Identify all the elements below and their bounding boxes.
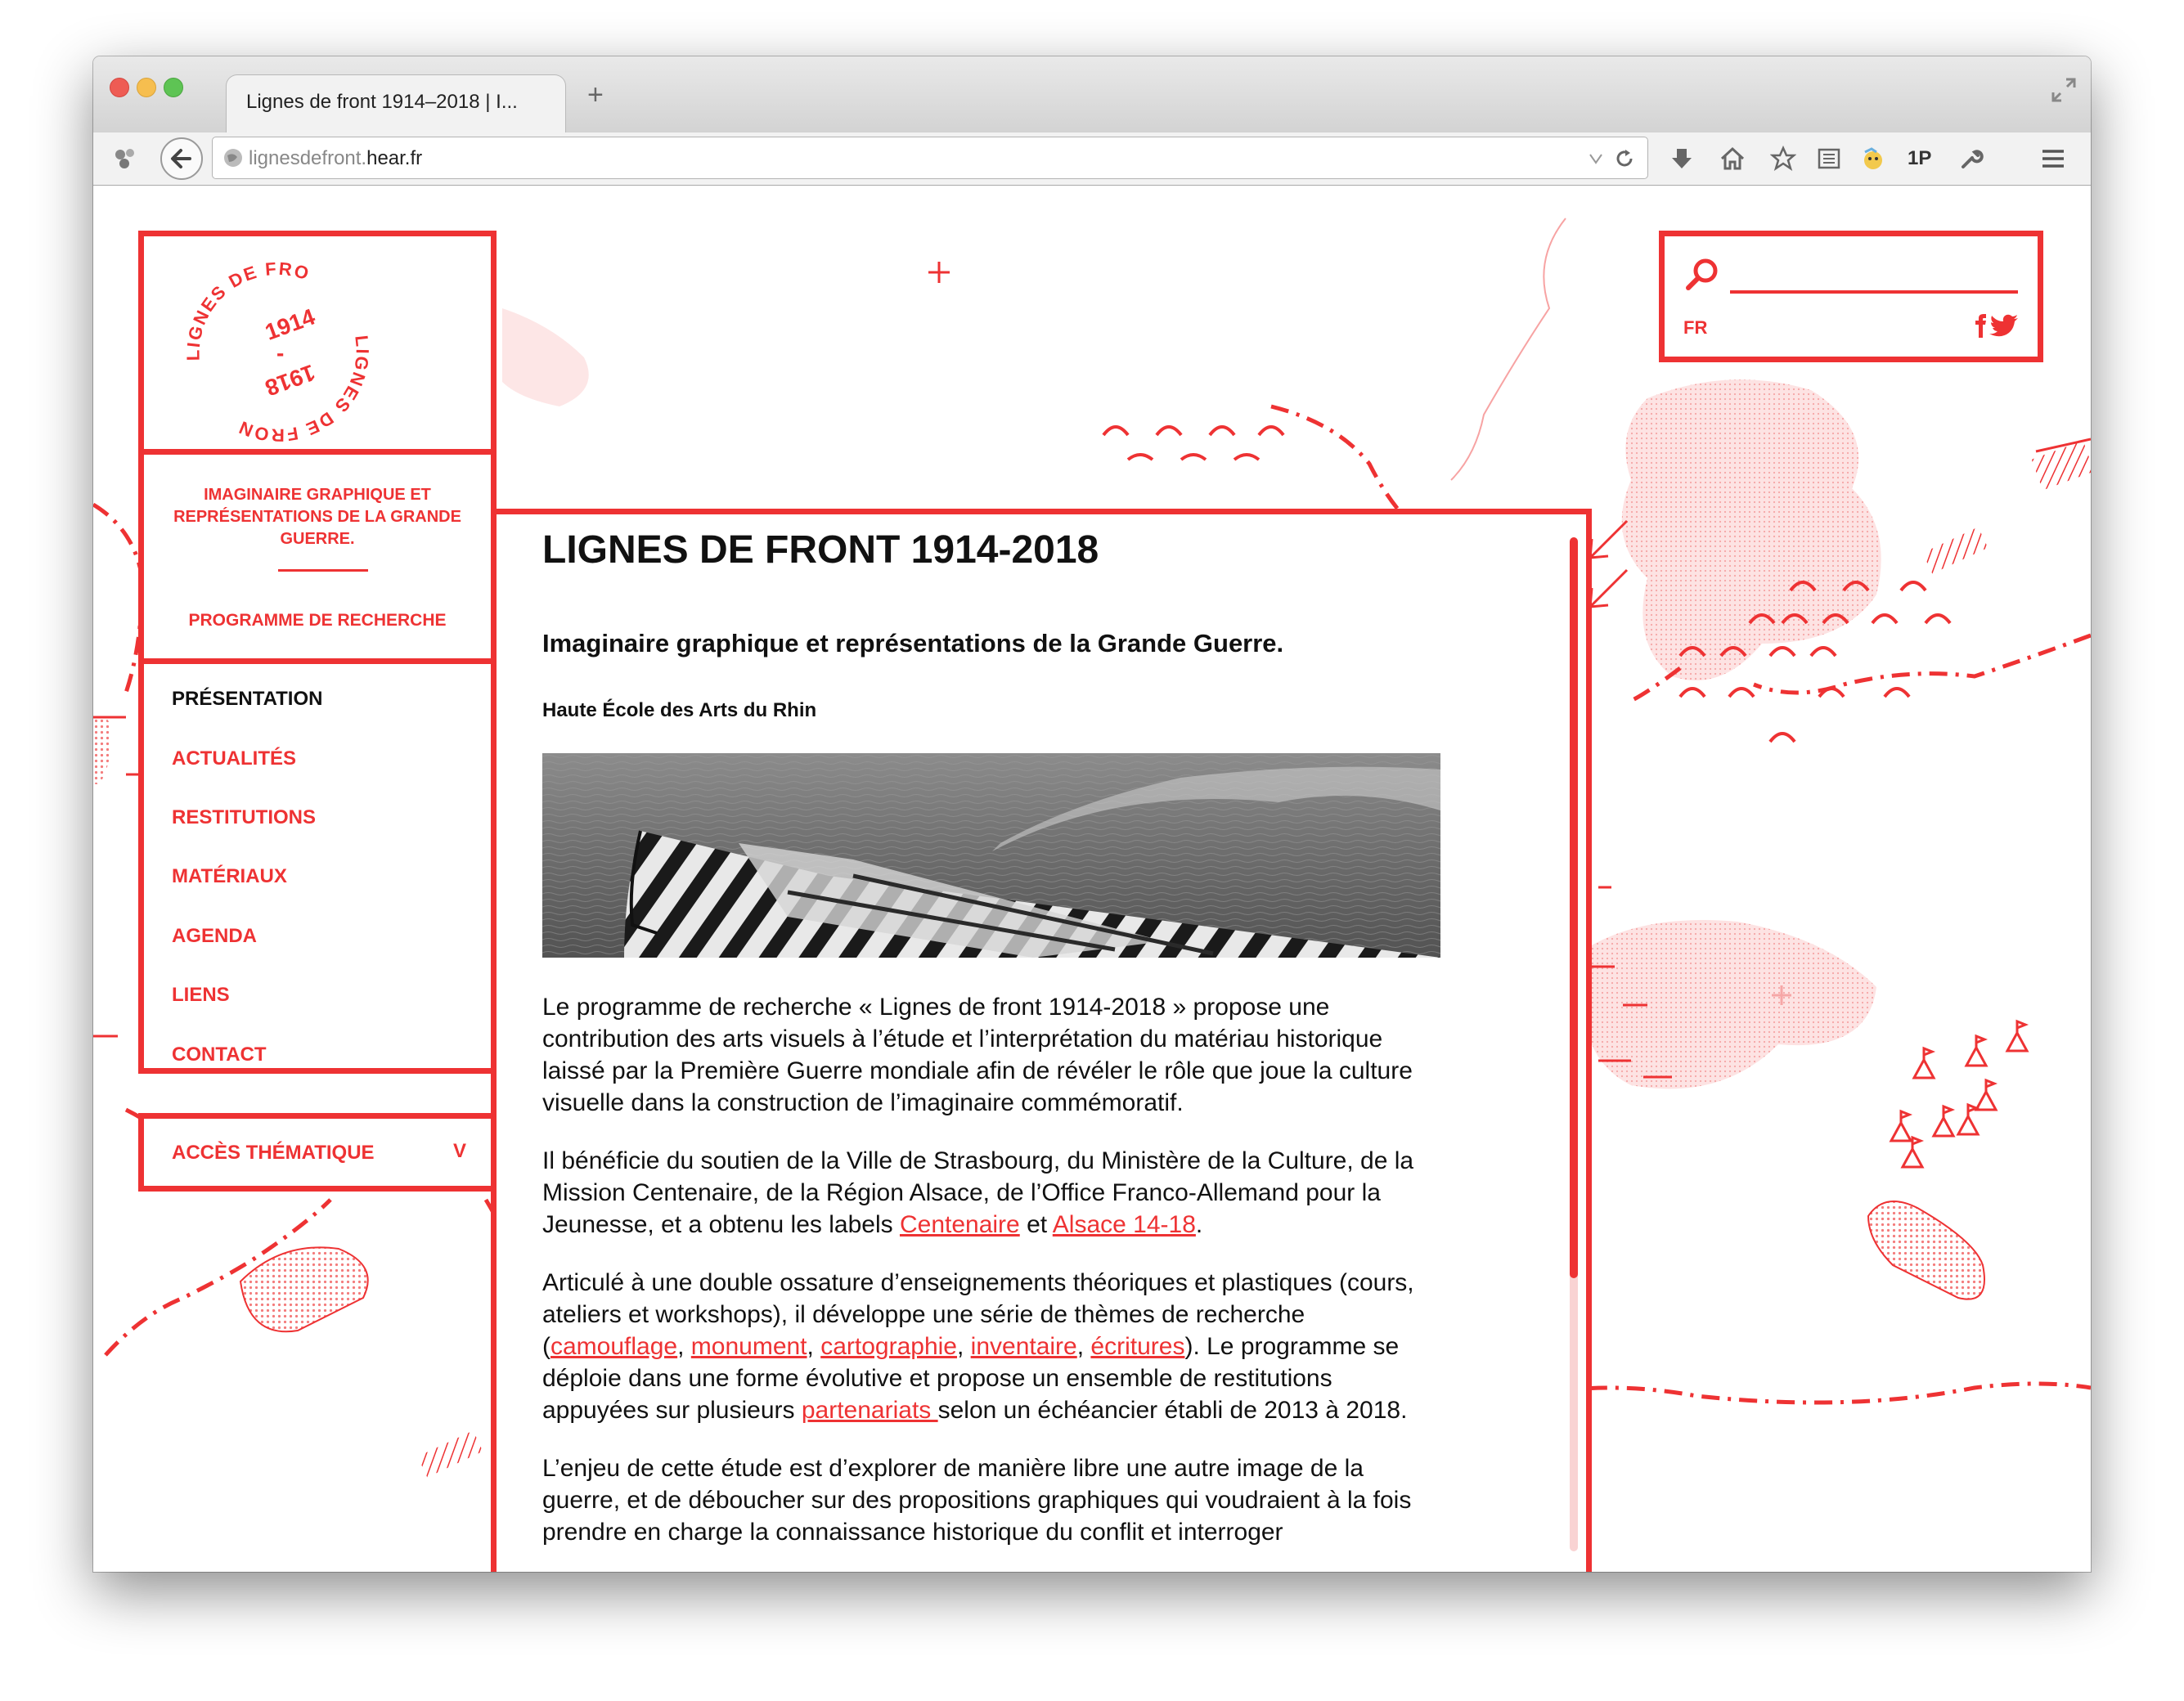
logo-year-end: 1918 [262, 360, 318, 401]
tab-title: Lignes de front 1914–2018 | I... [246, 91, 518, 113]
paragraph: Il bénéficie du soutien de la Ville de S… [542, 1147, 1414, 1238]
thematic-access-dropdown[interactable]: ACCÈS THÉMATIQUE V [138, 1113, 497, 1192]
bookmark-star-icon[interactable] [1770, 146, 1796, 172]
paragraph: Le programme de recherche « Lignes de fr… [542, 994, 1413, 1116]
logo-dash: - [276, 340, 284, 366]
partenariats-link[interactable]: partenariats [802, 1397, 938, 1424]
nav-item-presentation[interactable]: PRÉSENTATION [172, 688, 322, 711]
search-panel: FR [1659, 231, 2043, 362]
main-navigation: PRÉSENTATION ACTUALITÉS RESTITUTIONS MAT… [138, 658, 497, 1074]
paragraph: L’enjeu de cette étude est d’explorer de… [542, 1455, 1412, 1546]
search-icon[interactable] [1684, 256, 1720, 292]
alsace-14-18-link[interactable]: Alsace 14-18 [1053, 1211, 1196, 1238]
scrollbar-thumb[interactable] [1570, 537, 1578, 1278]
site-logo[interactable]: LIGNES DE FRONT LIGNES DE FRONT 1914 - 1… [137, 220, 497, 455]
paragraph: Articulé à une double ossature d’enseign… [542, 1269, 1414, 1424]
download-icon[interactable] [1669, 146, 1695, 172]
logo-year-start: 1914 [262, 303, 319, 345]
new-tab-button[interactable]: + [587, 81, 604, 109]
camouflage-link[interactable]: camouflage [550, 1333, 677, 1360]
devtools-wrench-icon[interactable] [1958, 146, 1984, 172]
ecritures-link[interactable]: écritures [1090, 1333, 1184, 1360]
reload-icon[interactable] [1613, 147, 1636, 170]
nav-item-contact[interactable]: CONTACT [172, 1043, 267, 1066]
cartographie-link[interactable]: cartographie [820, 1333, 957, 1360]
content-panel: LIGNES DE FRONT 1914-2018 Imaginaire gra… [491, 509, 1592, 1572]
nav-item-actualites[interactable]: ACTUALITÉS [172, 747, 296, 770]
password-manager-button[interactable]: 1P [1908, 147, 1931, 170]
site-tagline: IMAGINAIRE GRAPHIQUE ET REPRÉSENTATIONS … [173, 486, 461, 548]
url-bar[interactable]: lignesdefront.hear.fr [212, 137, 1648, 179]
close-window-button[interactable] [110, 78, 129, 97]
back-button[interactable] [159, 136, 204, 182]
facebook-icon[interactable] [1975, 314, 1986, 338]
reading-list-icon[interactable] [1816, 146, 1842, 172]
tagline-panel: IMAGINAIRE GRAPHIQUE ET REPRÉSENTATIONS … [138, 449, 497, 664]
home-icon[interactable] [1719, 146, 1746, 172]
tab-bar: Lignes de front 1914–2018 | I... + [93, 56, 2091, 132]
logo-arc-top-text: LIGNES DE FRONT [137, 220, 311, 361]
search-input[interactable] [1730, 259, 2021, 290]
monument-link[interactable]: monument [691, 1333, 807, 1360]
article: LIGNES DE FRONT 1914-2018 Imaginaire gra… [542, 514, 1442, 1572]
thematic-access-label: ACCÈS THÉMATIQUE [172, 1142, 375, 1164]
nav-item-materiaux[interactable]: MATÉRIAUX [172, 865, 287, 888]
svg-text:LIGNES DE FRONT: LIGNES DE FRONT [144, 236, 312, 361]
browser-window: Lignes de front 1914–2018 | I... + ligne… [93, 56, 2091, 1572]
globe-icon [224, 149, 242, 167]
centenaire-link[interactable]: Centenaire [900, 1211, 1020, 1238]
dazzle-ship-photo [542, 753, 1440, 958]
page-subtitle: Imaginaire graphique et représentations … [542, 629, 1284, 658]
language-switch[interactable]: FR [1683, 317, 1707, 339]
nav-item-liens[interactable]: LIENS [172, 984, 230, 1007]
inventaire-link[interactable]: inventaire [971, 1333, 1077, 1360]
chevron-down-icon: V [452, 1140, 466, 1162]
research-program-link[interactable]: PROGRAMME DE RECHERCHE [144, 611, 491, 631]
url-text: lignesdefront.hear.fr [249, 147, 423, 169]
divider [278, 569, 368, 572]
search-underline [1730, 290, 2018, 294]
page-title: LIGNES DE FRONT 1914-2018 [542, 528, 1099, 572]
browser-tab[interactable]: Lignes de front 1914–2018 | I... [226, 74, 566, 132]
article-body: Le programme de recherche « Lignes de fr… [542, 991, 1442, 1572]
twitter-icon[interactable] [1989, 314, 2018, 337]
nav-item-restitutions[interactable]: RESTITUTIONS [172, 806, 316, 829]
nav-item-agenda[interactable]: AGENDA [172, 925, 257, 948]
extension-icon[interactable] [111, 144, 139, 172]
logo-emblem: LIGNES DE FRONT LIGNES DE FRONT 1914 - 1… [137, 220, 371, 446]
navigation-bar: lignesdefront.hear.fr 1P [93, 132, 2091, 186]
dropdown-icon[interactable] [1589, 152, 1603, 165]
web-page: LIGNES DE FRONT LIGNES DE FRONT 1914 - 1… [93, 186, 2091, 1572]
institution-name: Haute École des Arts du Rhin [542, 699, 817, 721]
emoji-extension-icon[interactable] [1860, 146, 1886, 172]
minimize-window-button[interactable] [137, 78, 156, 97]
menu-icon[interactable] [2040, 146, 2066, 172]
zoom-window-button[interactable] [164, 78, 183, 97]
fullscreen-icon[interactable] [2050, 76, 2078, 104]
social-links [1971, 313, 2020, 342]
